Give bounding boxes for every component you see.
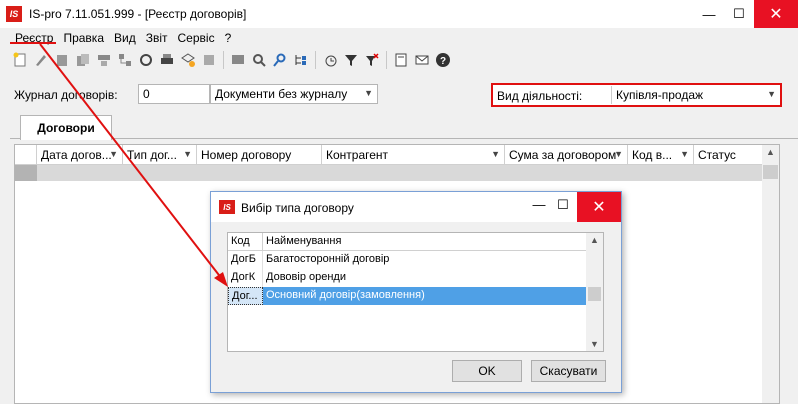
calc-icon[interactable] xyxy=(320,50,340,70)
scroll-up-icon[interactable]: ▲ xyxy=(762,147,779,161)
column-header-currency-code[interactable]: Код в... ▼ xyxy=(628,145,694,165)
chevron-down-icon[interactable]: ▼ xyxy=(491,149,500,159)
close-button[interactable]: ✕ xyxy=(754,0,798,28)
chevron-down-icon[interactable]: ▼ xyxy=(614,149,623,159)
toolbar-separator xyxy=(315,51,316,69)
item-name: Дововір оренди xyxy=(266,271,346,283)
list-header: Код Найменування xyxy=(228,233,587,251)
toolbar-separator xyxy=(223,51,224,69)
chevron-down-icon[interactable]: ▼ xyxy=(109,149,118,159)
import-icon[interactable] xyxy=(199,50,219,70)
scroll-thumb[interactable] xyxy=(763,165,778,179)
list-item-selected[interactable]: Дог... Основний договір(замовлення) xyxy=(228,287,587,305)
journal-label: Журнал договорів: xyxy=(14,88,118,102)
export-icon[interactable] xyxy=(178,50,198,70)
window-controls: — ☐ ✕ xyxy=(694,0,798,28)
refresh-icon[interactable] xyxy=(136,50,156,70)
help-icon[interactable]: ? xyxy=(433,50,453,70)
dialog-logo-icon: IS xyxy=(219,200,235,214)
activity-select-value: Купівля-продаж xyxy=(616,88,704,102)
print-icon[interactable] xyxy=(157,50,177,70)
item-name: Багатосторонній договір xyxy=(266,253,390,265)
dialog-close-button[interactable]: ✕ xyxy=(577,192,621,222)
dialog-title: Вибір типа договору xyxy=(241,201,354,215)
menu-report[interactable]: Звіт xyxy=(141,31,173,45)
new-doc-icon[interactable] xyxy=(10,50,30,70)
column-header-date[interactable]: Дата догов... ▼ xyxy=(37,145,123,165)
chevron-down-icon[interactable]: ▼ xyxy=(680,149,689,159)
journal-select-value: Документи без журналу xyxy=(215,87,348,101)
chevron-down-icon: ▼ xyxy=(767,89,776,99)
column-header-counterparty[interactable]: Контрагент ▼ xyxy=(322,145,505,165)
tree-expand-icon[interactable] xyxy=(291,50,311,70)
copy-icon[interactable] xyxy=(73,50,93,70)
row-indicator xyxy=(15,165,37,181)
dialog-maximize-button[interactable]: ☐ xyxy=(551,197,575,217)
grid-header: Дата догов... ▼ Тип дог... ▼ Номер договор… xyxy=(15,145,763,165)
toolbar: ? xyxy=(0,48,798,72)
move-icon[interactable] xyxy=(94,50,114,70)
find-next-icon[interactable] xyxy=(270,50,290,70)
item-code: ДогБ xyxy=(228,251,263,269)
table-row[interactable] xyxy=(15,165,763,181)
scroll-down-icon[interactable]: ▼ xyxy=(586,339,603,349)
filter-icon[interactable] xyxy=(341,50,361,70)
svg-text:?: ? xyxy=(440,56,446,67)
window-title: IS-pro 7.11.051.999 - [Реєстр договорів] xyxy=(29,7,247,21)
menu-help[interactable]: ? xyxy=(220,31,237,45)
item-code: Дог... xyxy=(228,287,263,305)
scroll-up-icon[interactable]: ▲ xyxy=(586,235,603,245)
mail-icon[interactable] xyxy=(412,50,432,70)
tab-contracts[interactable]: Договори xyxy=(20,115,112,140)
app-logo-icon: IS xyxy=(6,6,22,22)
dialog-minimize-button[interactable]: — xyxy=(527,197,551,217)
row-indicator-header xyxy=(15,145,37,165)
item-name: Основний договір(замовлення) xyxy=(266,289,425,301)
activity-select[interactable]: Купівля-продаж ▼ xyxy=(611,86,780,104)
menu-edit[interactable]: Правка xyxy=(58,31,109,45)
column-header-number[interactable]: Номер договору xyxy=(197,145,322,165)
list-item[interactable]: ДогБ Багатосторонній договір xyxy=(228,251,587,269)
tree-icon[interactable] xyxy=(115,50,135,70)
title-bar: IS IS-pro 7.11.051.999 - [Реєстр договор… xyxy=(0,0,798,28)
cancel-button[interactable]: Скасувати xyxy=(531,360,606,382)
contract-type-list: Код Найменування ДогБ Багатосторонній до… xyxy=(227,232,604,352)
scroll-thumb[interactable] xyxy=(588,287,601,301)
column-header-name[interactable]: Найменування xyxy=(263,233,587,251)
notes-icon[interactable] xyxy=(391,50,411,70)
toolbar-separator xyxy=(386,51,387,69)
delete-icon[interactable] xyxy=(52,50,72,70)
chevron-down-icon: ▼ xyxy=(364,88,373,98)
dialog-title-bar: IS Вибір типа договору — ☐ ✕ xyxy=(211,192,621,222)
column-header-amount[interactable]: Сума за договором ▼ xyxy=(505,145,628,165)
maximize-button[interactable]: ☐ xyxy=(724,0,754,28)
item-code: ДогК xyxy=(228,269,263,287)
view-icon[interactable] xyxy=(228,50,248,70)
menu-service[interactable]: Сервіс xyxy=(173,31,220,45)
column-header-type[interactable]: Тип дог... ▼ xyxy=(123,145,197,165)
column-header-code[interactable]: Код xyxy=(228,233,263,251)
activity-label: Вид діяльності: xyxy=(497,89,583,103)
chevron-down-icon[interactable]: ▼ xyxy=(183,149,192,159)
contract-type-dialog: IS Вибір типа договору — ☐ ✕ Код Наймену… xyxy=(210,191,622,393)
list-scrollbar[interactable]: ▲ ▼ xyxy=(586,233,603,351)
column-header-status[interactable]: Статус xyxy=(694,145,763,165)
edit-icon[interactable] xyxy=(31,50,51,70)
clear-filter-icon[interactable] xyxy=(362,50,382,70)
menu-bar: Реєстр Правка Вид Звіт Сервіс ? xyxy=(0,28,798,48)
tab-strip: Договори xyxy=(10,113,798,140)
search-icon[interactable] xyxy=(249,50,269,70)
minimize-button[interactable]: — xyxy=(694,0,724,28)
journal-code-input[interactable]: 0 xyxy=(138,84,210,104)
menu-registry[interactable]: Реєстр xyxy=(10,31,58,45)
grid-scrollbar[interactable]: ▲ xyxy=(762,145,779,403)
activity-type-highlight: Вид діяльності: Купівля-продаж ▼ xyxy=(491,83,782,107)
menu-view[interactable]: Вид xyxy=(109,31,141,45)
ok-button[interactable]: OK xyxy=(452,360,522,382)
journal-select[interactable]: Документи без журналу ▼ xyxy=(210,84,378,104)
list-item[interactable]: ДогК Дововір оренди xyxy=(228,269,587,287)
